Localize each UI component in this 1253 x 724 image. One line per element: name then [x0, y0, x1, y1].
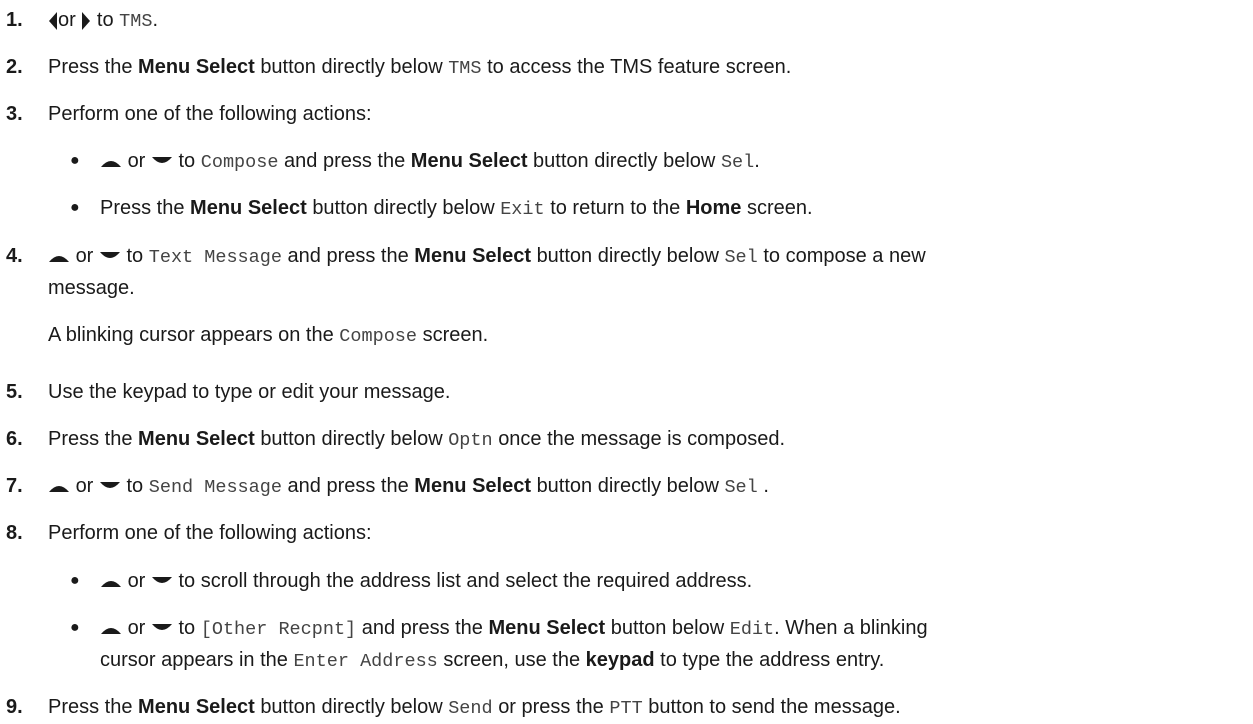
up-arrow-icon	[100, 622, 122, 636]
step-number: 1.	[6, 9, 23, 31]
menu-option: TMS	[119, 11, 153, 32]
right-arrow-icon	[81, 11, 91, 31]
bullet-icon: ●	[70, 199, 80, 216]
down-arrow-icon	[151, 575, 173, 589]
down-arrow-icon	[99, 480, 121, 494]
up-arrow-icon	[100, 155, 122, 169]
bullet-icon: ●	[70, 572, 80, 589]
up-arrow-icon	[48, 250, 70, 264]
up-arrow-icon	[100, 575, 122, 589]
down-arrow-icon	[151, 155, 173, 169]
bullet-icon: ●	[70, 152, 80, 169]
down-arrow-icon	[151, 622, 173, 636]
up-arrow-icon	[48, 480, 70, 494]
bullet-icon: ●	[70, 619, 80, 636]
left-arrow-icon	[48, 11, 58, 31]
down-arrow-icon	[99, 250, 121, 264]
